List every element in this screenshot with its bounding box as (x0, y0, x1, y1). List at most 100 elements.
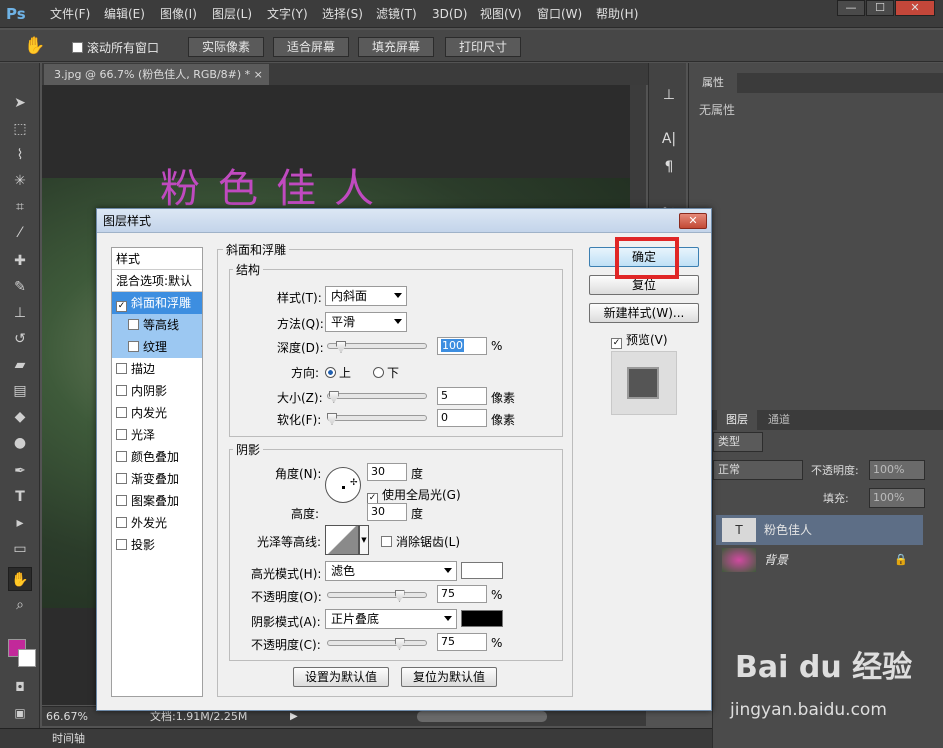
shape-tool-icon[interactable]: ▭ (8, 537, 32, 561)
global-light-option[interactable]: ✓ 使用全局光(G) (367, 486, 461, 504)
healing-brush-icon[interactable]: ✚ (8, 249, 32, 273)
maximize-button[interactable]: ☐ (866, 0, 894, 16)
fit-screen-button[interactable]: 适合屏幕 (273, 37, 349, 57)
blend-mode-select[interactable]: 正常 (713, 460, 803, 480)
properties-tab[interactable]: 属性 (689, 73, 737, 93)
preview-option[interactable]: ✓ 预览(V) (611, 331, 668, 349)
marquee-tool-icon[interactable]: ⬚ (8, 117, 32, 141)
brush-tool-icon[interactable]: ✎ (8, 275, 32, 299)
lasso-tool-icon[interactable]: ⌇ (8, 143, 32, 167)
make-default-button[interactable]: 设置为默认值 (293, 667, 389, 687)
drop-shadow-checkbox[interactable] (116, 539, 127, 550)
menu-window[interactable]: 窗口(W) (537, 0, 582, 28)
crop-tool-icon[interactable]: ⌗ (8, 195, 32, 219)
chevron-down-icon[interactable]: ▼ (359, 525, 369, 555)
highlight-opacity-slider[interactable] (327, 592, 427, 598)
channels-tab[interactable]: 通道 (759, 410, 799, 430)
eyedropper-icon[interactable]: ⁄ (8, 221, 32, 245)
stroke-checkbox[interactable] (116, 363, 127, 374)
effect-pattern-overlay[interactable]: 图案叠加 (112, 490, 202, 512)
zoom-tool-icon[interactable]: ⌕ (8, 593, 32, 617)
gradient-tool-icon[interactable]: ▤ (8, 379, 32, 403)
menu-image[interactable]: 图像(I) (160, 0, 197, 28)
gloss-contour-preview[interactable] (325, 525, 359, 555)
layer-fill-input[interactable]: 100% (869, 488, 925, 508)
blend-options-item[interactable]: 混合选项:默认 (112, 270, 202, 292)
size-input[interactable]: 5 (437, 387, 487, 405)
scroll-all-option[interactable]: 滚动所有窗口 (72, 39, 159, 56)
background-color-swatch[interactable] (18, 649, 36, 667)
shadow-color-swatch[interactable] (461, 610, 503, 627)
pen-tool-icon[interactable]: ✒ (8, 459, 32, 483)
soften-slider[interactable] (327, 415, 427, 421)
highlight-color-swatch[interactable] (461, 562, 503, 579)
timeline-label[interactable]: 时间轴 (52, 729, 85, 748)
satin-checkbox[interactable] (116, 429, 127, 440)
blur-tool-icon[interactable]: ◆ (8, 405, 32, 429)
depth-input[interactable]: 100 (437, 337, 487, 355)
type-tool-icon[interactable]: T (8, 485, 32, 509)
layer-opacity-input[interactable]: 100% (869, 460, 925, 480)
menu-filter[interactable]: 滤镜(T) (376, 0, 417, 28)
antialias-checkbox[interactable] (381, 536, 392, 547)
menu-select[interactable]: 选择(S) (322, 0, 363, 28)
menu-view[interactable]: 视图(V) (480, 0, 522, 28)
preview-checkbox[interactable]: ✓ (611, 338, 622, 349)
path-select-icon[interactable]: ▸ (8, 511, 32, 535)
fill-screen-button[interactable]: 填充屏幕 (358, 37, 434, 57)
actual-pixels-button[interactable]: 实际像素 (188, 37, 264, 57)
print-size-button[interactable]: 打印尺寸 (445, 37, 521, 57)
gradient-overlay-checkbox[interactable] (116, 473, 127, 484)
dialog-close-button[interactable]: ✕ (679, 213, 707, 229)
reset-default-button[interactable]: 复位为默认值 (401, 667, 497, 687)
dodge-tool-icon[interactable]: ● (8, 431, 32, 455)
bevel-style-select[interactable]: 内斜面 (325, 286, 407, 306)
layer-filter-select[interactable]: 类型 (713, 432, 763, 452)
layers-tab[interactable]: 图层 (717, 410, 757, 430)
altitude-input[interactable]: 30 (367, 503, 407, 521)
history-brush-icon[interactable]: ↺ (8, 327, 32, 351)
radio-unchecked-icon[interactable] (373, 367, 384, 378)
quick-mask-icon[interactable]: ◘ (8, 675, 32, 699)
horizontal-scroll-thumb[interactable] (417, 711, 547, 722)
radio-checked-icon[interactable] (325, 367, 336, 378)
hand-tool-icon[interactable]: ✋ (24, 36, 46, 58)
menu-edit[interactable]: 编辑(E) (104, 0, 145, 28)
effect-outer-glow[interactable]: 外发光 (112, 512, 202, 534)
eraser-tool-icon[interactable]: ▰ (8, 353, 32, 377)
texture-checkbox[interactable] (128, 341, 139, 352)
angle-input[interactable]: 30 (367, 463, 407, 481)
color-overlay-checkbox[interactable] (116, 451, 127, 462)
bevel-checkbox[interactable]: ✓ (116, 301, 127, 312)
close-window-button[interactable]: ✕ (895, 0, 935, 16)
styles-header[interactable]: 样式 (112, 248, 202, 270)
effect-texture[interactable]: 纹理 (112, 336, 202, 358)
paragraph-panel-icon[interactable]: ¶ (659, 159, 679, 179)
effect-inner-glow[interactable]: 内发光 (112, 402, 202, 424)
angle-dial[interactable]: ✢ (325, 467, 361, 503)
highlight-mode-select[interactable]: 滤色 (325, 561, 457, 581)
character-panel-icon[interactable]: A| (659, 131, 679, 151)
layer-row-background[interactable]: 背景 🔒 (716, 545, 923, 575)
antialias-option[interactable]: 消除锯齿(L) (381, 533, 460, 550)
technique-select[interactable]: 平滑 (325, 312, 407, 332)
pattern-overlay-checkbox[interactable] (116, 495, 127, 506)
effect-satin[interactable]: 光泽 (112, 424, 202, 446)
magic-wand-icon[interactable]: ✳ (8, 169, 32, 193)
history-panel-icon[interactable]: ⊥ (659, 87, 679, 107)
stamp-tool-icon[interactable]: ⊥ (8, 301, 32, 325)
size-slider[interactable] (327, 393, 427, 399)
effect-inner-shadow[interactable]: 内阴影 (112, 380, 202, 402)
shadow-opacity-slider[interactable] (327, 640, 427, 646)
layer-name[interactable]: 背景 (764, 545, 788, 575)
move-tool-icon[interactable]: ➤ (8, 91, 32, 115)
scroll-all-checkbox[interactable] (72, 42, 83, 53)
effect-color-overlay[interactable]: 颜色叠加 (112, 446, 202, 468)
inner-shadow-checkbox[interactable] (116, 385, 127, 396)
menu-help[interactable]: 帮助(H) (596, 0, 638, 28)
inner-glow-checkbox[interactable] (116, 407, 127, 418)
zoom-level[interactable]: 66.67% (46, 707, 88, 727)
menu-3d[interactable]: 3D(D) (432, 0, 467, 28)
highlight-opacity-input[interactable]: 75 (437, 585, 487, 603)
direction-down-option[interactable]: 下 (373, 364, 399, 381)
